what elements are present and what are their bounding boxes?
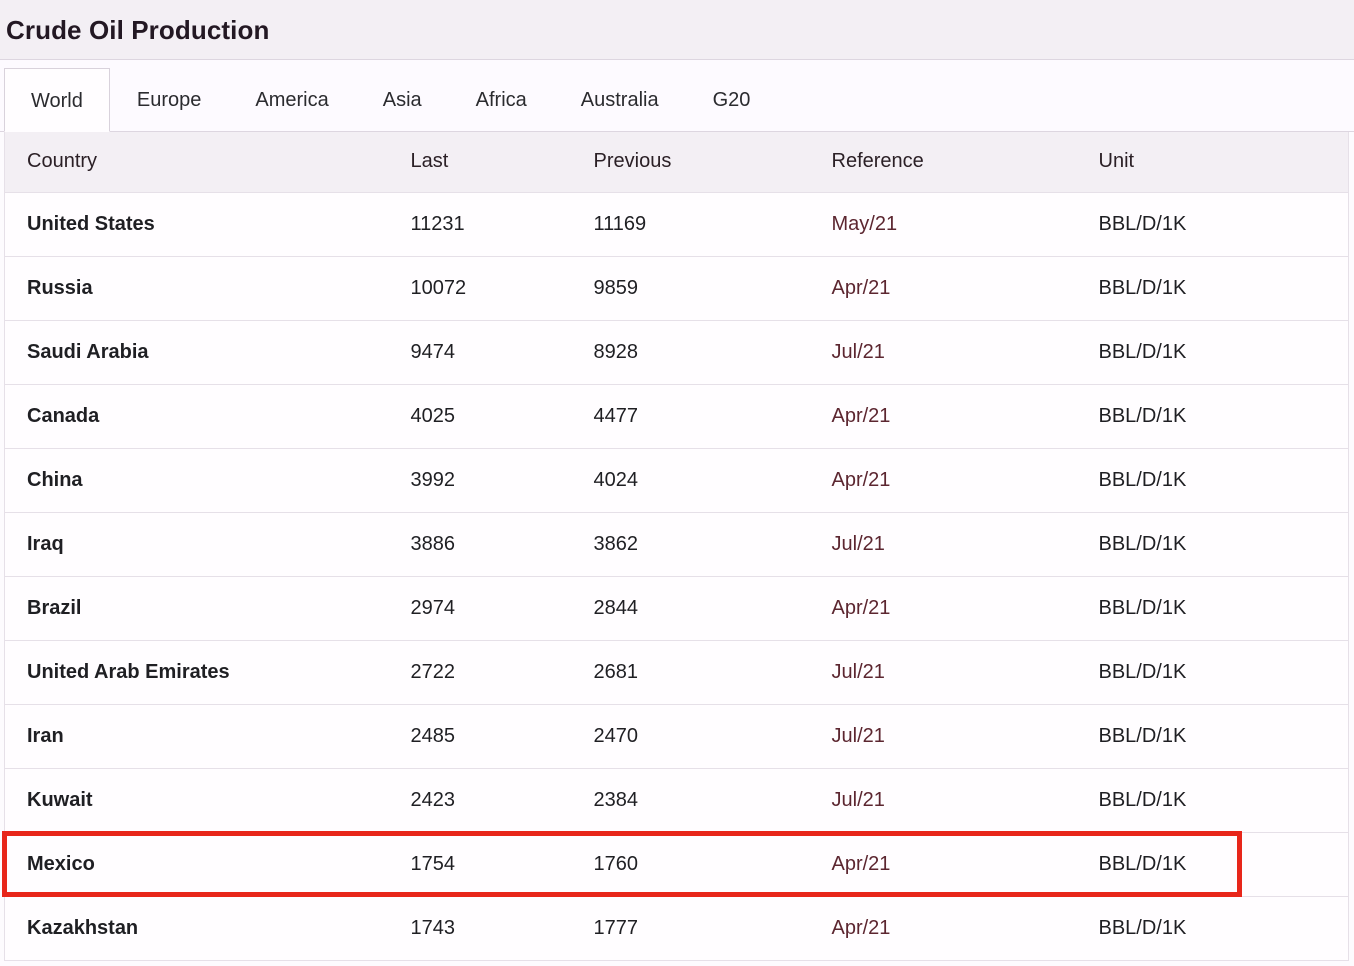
cell-last: 3992 [399,448,583,513]
table-container: Country Last Previous Reference Unit Uni… [0,132,1354,961]
cell-previous: 2384 [582,768,821,833]
cell-unit: BBL/D/1K [1087,768,1349,833]
cell-unit: BBL/D/1K [1087,704,1349,769]
column-header-last[interactable]: Last [399,132,583,193]
table-row[interactable]: Kuwait 2423 2384 Jul/21 BBL/D/1K [4,768,1349,833]
cell-country: Iran [4,704,400,769]
cell-reference: Jul/21 [820,704,1088,769]
cell-country: Russia [4,256,400,321]
table-row[interactable]: Russia 10072 9859 Apr/21 BBL/D/1K [4,256,1349,321]
cell-previous: 2844 [582,576,821,641]
cell-country: Saudi Arabia [4,320,400,385]
cell-unit: BBL/D/1K [1087,320,1349,385]
table-row[interactable]: United Arab Emirates 2722 2681 Jul/21 BBL/D/… [4,640,1349,705]
cell-reference: Jul/21 [820,768,1088,833]
cell-last: 10072 [399,256,583,321]
cell-unit: BBL/D/1K [1087,512,1349,577]
cell-reference: Apr/21 [820,256,1088,321]
table-row[interactable]: Iraq 3886 3862 Jul/21 BBL/D/1K [4,512,1349,577]
cell-reference: Apr/21 [820,896,1088,961]
cell-last: 9474 [399,320,583,385]
table-row[interactable]: Brazil 2974 2844 Apr/21 BBL/D/1K [4,576,1349,641]
cell-last: 11231 [399,192,583,257]
cell-previous: 4477 [582,384,821,449]
table-body: United States 11231 11169 May/21 BBL/D/1K Rus… [4,192,1349,961]
cell-last: 2722 [399,640,583,705]
cell-previous: 1760 [582,832,821,897]
cell-country: Iraq [4,512,400,577]
cell-country: Kuwait [4,768,400,833]
cell-last: 2974 [399,576,583,641]
cell-reference: Jul/21 [820,320,1088,385]
cell-previous: 2681 [582,640,821,705]
cell-reference: Apr/21 [820,576,1088,641]
cell-last: 3886 [399,512,583,577]
cell-unit: BBL/D/1K [1087,448,1349,513]
column-header-country[interactable]: Country [4,132,400,193]
cell-country: Mexico [4,832,400,897]
column-header-reference[interactable]: Reference [820,132,1088,193]
table-header: Country Last Previous Reference Unit [4,132,1349,193]
cell-country: Canada [4,384,400,449]
cell-country: China [4,448,400,513]
cell-last: 4025 [399,384,583,449]
cell-last: 2485 [399,704,583,769]
cell-previous: 11169 [582,192,821,257]
title-bar: Crude Oil Production [0,0,1354,60]
column-header-unit[interactable]: Unit [1087,132,1349,193]
cell-unit: BBL/D/1K [1087,256,1349,321]
cell-previous: 8928 [582,320,821,385]
tab-europe[interactable]: Europe [110,67,229,131]
cell-unit: BBL/D/1K [1087,832,1349,897]
cell-reference: Apr/21 [820,832,1088,897]
cell-unit: BBL/D/1K [1087,896,1349,961]
cell-country: United Arab Emirates [4,640,400,705]
cell-reference: Jul/21 [820,640,1088,705]
table-row[interactable]: China 3992 4024 Apr/21 BBL/D/1K [4,448,1349,513]
table-row[interactable]: Iran 2485 2470 Jul/21 BBL/D/1K [4,704,1349,769]
table-header-row: Country Last Previous Reference Unit [4,132,1349,193]
cell-unit: BBL/D/1K [1087,384,1349,449]
table-row[interactable]: United States 11231 11169 May/21 BBL/D/1K [4,192,1349,257]
page-title: Crude Oil Production [6,14,270,45]
cell-country: Brazil [4,576,400,641]
cell-previous: 1777 [582,896,821,961]
tab-america[interactable]: America [228,67,355,131]
cell-unit: BBL/D/1K [1087,640,1349,705]
cell-previous: 4024 [582,448,821,513]
column-header-previous[interactable]: Previous [582,132,821,193]
cell-previous: 2470 [582,704,821,769]
cell-country: Kazakhstan [4,896,400,961]
cell-last: 1743 [399,896,583,961]
table-row[interactable]: Mexico 1754 1760 Apr/21 BBL/D/1K [4,832,1349,897]
table-row[interactable]: Canada 4025 4477 Apr/21 BBL/D/1K [4,384,1349,449]
table-row[interactable]: Saudi Arabia 9474 8928 Jul/21 BBL/D/1K [4,320,1349,385]
cell-reference: Apr/21 [820,448,1088,513]
crude-oil-production-table: Country Last Previous Reference Unit Uni… [4,132,1349,961]
cell-unit: BBL/D/1K [1087,192,1349,257]
cell-previous: 3862 [582,512,821,577]
cell-unit: BBL/D/1K [1087,576,1349,641]
cell-reference: Jul/21 [820,512,1088,577]
tab-asia[interactable]: Asia [356,67,449,131]
cell-last: 1754 [399,832,583,897]
cell-reference: May/21 [820,192,1088,257]
tab-africa[interactable]: Africa [449,67,554,131]
table-row[interactable]: Kazakhstan 1743 1777 Apr/21 BBL/D/1K [4,896,1349,961]
tab-g20[interactable]: G20 [686,67,778,131]
cell-previous: 9859 [582,256,821,321]
cell-reference: Apr/21 [820,384,1088,449]
tab-world[interactable]: World [4,68,110,132]
region-tabs: World Europe America Asia Africa Australia G20 [0,60,1354,132]
cell-last: 2423 [399,768,583,833]
tab-australia[interactable]: Australia [554,67,686,131]
cell-country: United States [4,192,400,257]
